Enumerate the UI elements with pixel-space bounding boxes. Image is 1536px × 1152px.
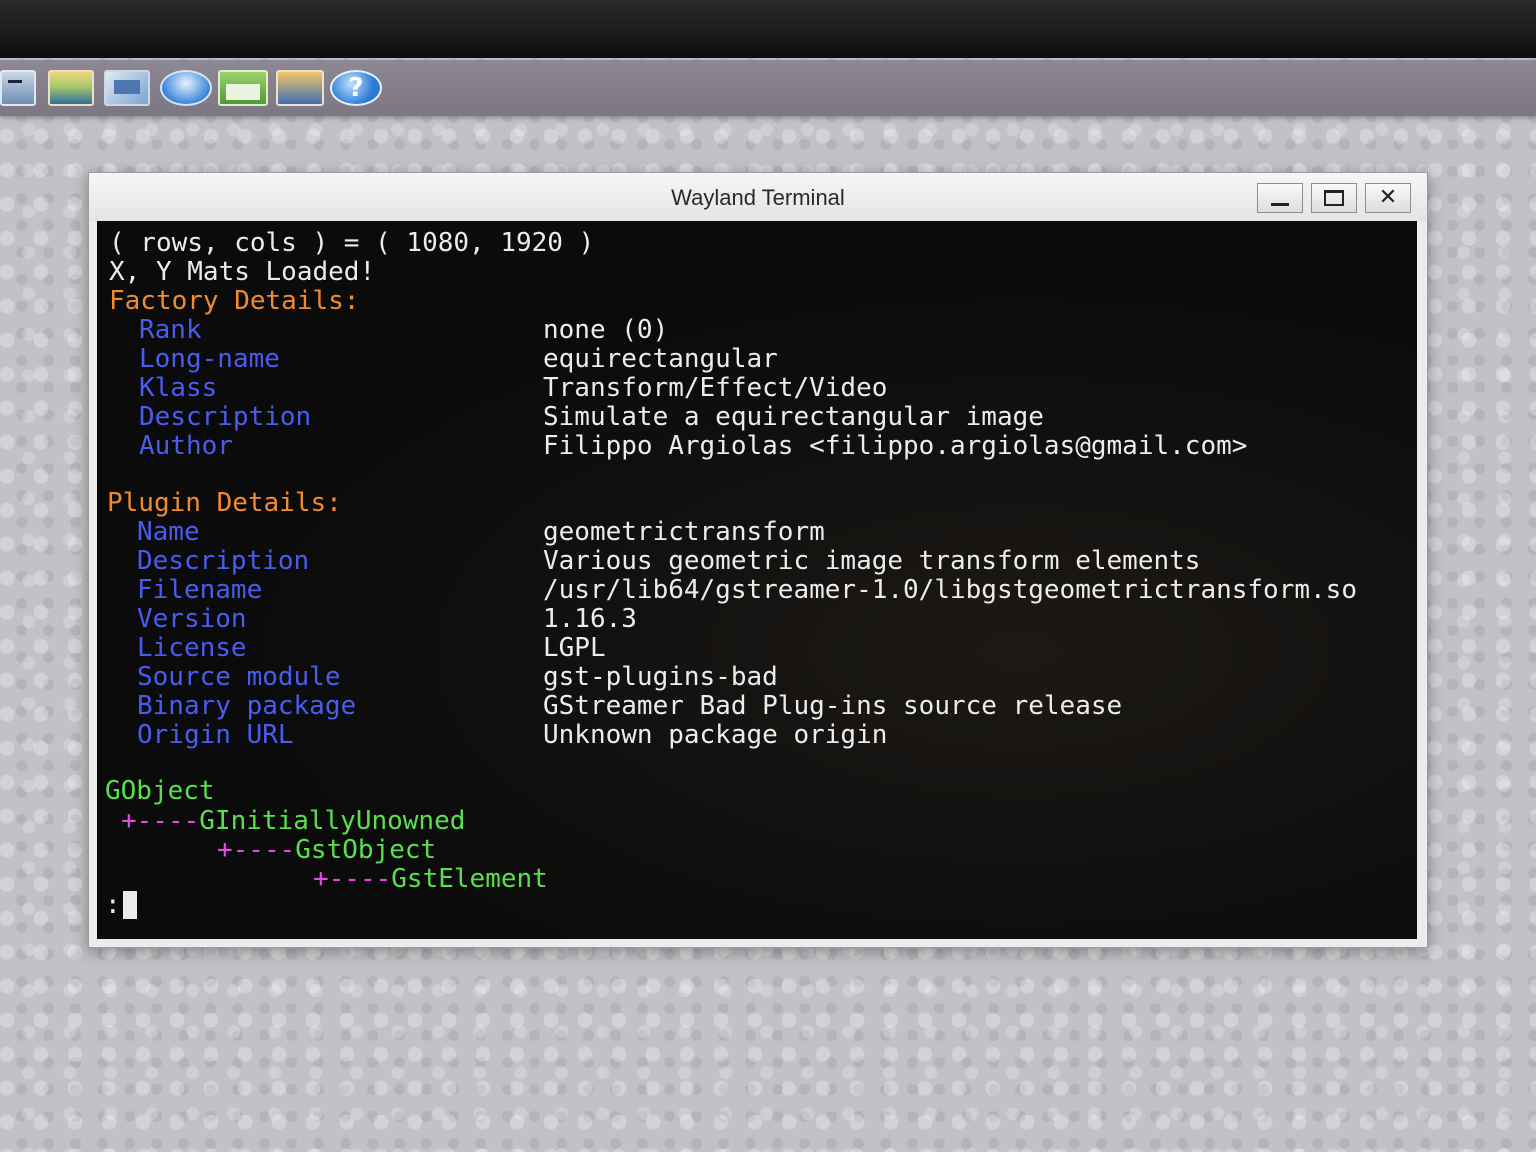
plugin-key: Filename: [137, 575, 263, 605]
hierarchy-root: GObject: [105, 776, 215, 806]
factory-value: Simulate a equirectangular image: [543, 402, 1044, 432]
factory-value: none (0): [543, 315, 669, 345]
plugin-details-heading: Plugin Details:: [107, 488, 342, 518]
factory-key: Long-name: [139, 344, 280, 374]
hierarchy-connector: +----: [217, 835, 296, 865]
plugin-key: Description: [137, 546, 310, 576]
plugin-value: 1.16.3: [543, 604, 637, 634]
plugin-value: Unknown package origin: [543, 720, 888, 750]
maximize-icon: [1324, 190, 1344, 206]
monitor-bezel: [0, 0, 1536, 58]
plugin-key: Binary package: [137, 691, 357, 721]
output-line: ( rows, cols ) = ( 1080, 1920 ): [109, 228, 595, 258]
browser-icon[interactable]: [160, 70, 212, 106]
hierarchy-connector: +----: [313, 864, 392, 894]
help-icon[interactable]: ?: [330, 70, 382, 106]
text-cursor: [123, 891, 137, 919]
hierarchy-class: GstObject: [295, 835, 437, 865]
plugin-key: Version: [137, 604, 247, 634]
plugin-key: Name: [137, 517, 200, 547]
hierarchy-class: GInitiallyUnowned: [199, 806, 466, 836]
factory-key: Klass: [139, 373, 218, 403]
maximize-button[interactable]: [1311, 183, 1357, 213]
hierarchy-level3: +----GstElement: [313, 865, 548, 893]
factory-key: Author: [139, 431, 233, 461]
plugin-value: gst-plugins-bad: [543, 662, 778, 692]
plugin-key: Source module: [137, 662, 341, 692]
hierarchy-level1: +----GInitiallyUnowned: [121, 807, 465, 835]
terminal-window: Wayland Terminal ✕ ( rows, cols ) = ( 10…: [88, 172, 1428, 948]
plugin-value: Various geometric image transform elemen…: [543, 546, 1201, 576]
factory-details-heading: Factory Details:: [109, 286, 360, 316]
output-line: X, Y Mats Loaded!: [109, 257, 376, 287]
plugin-value: geometrictransform: [543, 517, 825, 547]
network-icon[interactable]: [276, 70, 324, 106]
factory-value: Transform/Effect/Video: [543, 373, 888, 403]
terminal-output[interactable]: ( rows, cols ) = ( 1080, 1920 ) X, Y Mat…: [97, 221, 1417, 939]
plugin-value: LGPL: [543, 633, 606, 663]
factory-key: Description: [139, 402, 312, 432]
plugin-value: /usr/lib64/gstreamer-1.0/libgstgeometric…: [543, 575, 1357, 605]
image-viewer-icon[interactable]: [48, 70, 94, 106]
pager-prompt: :: [105, 890, 121, 920]
minimize-button[interactable]: [1257, 183, 1303, 213]
plugin-key: Origin URL: [137, 720, 294, 750]
screenshot-icon[interactable]: [104, 70, 150, 106]
plugin-key: License: [137, 633, 247, 663]
title-bar[interactable]: Wayland Terminal ✕: [89, 173, 1427, 221]
hierarchy-class: GstElement: [391, 864, 548, 894]
hierarchy-level2: +----GstObject: [217, 836, 436, 864]
window-title: Wayland Terminal: [671, 185, 845, 210]
terminal-icon[interactable]: [0, 70, 36, 106]
close-icon: ✕: [1378, 185, 1398, 210]
factory-key: Rank: [139, 315, 202, 345]
plugin-value: GStreamer Bad Plug-ins source release: [543, 691, 1123, 721]
factory-value: equirectangular: [543, 344, 778, 374]
hierarchy-connector: +----: [121, 806, 200, 836]
factory-value: Filippo Argiolas <filippo.argiolas@gmail…: [543, 431, 1248, 461]
close-button[interactable]: ✕: [1365, 183, 1411, 213]
top-panel: ?: [0, 60, 1536, 116]
window-icon[interactable]: [218, 70, 268, 106]
minimize-icon: [1271, 203, 1289, 206]
